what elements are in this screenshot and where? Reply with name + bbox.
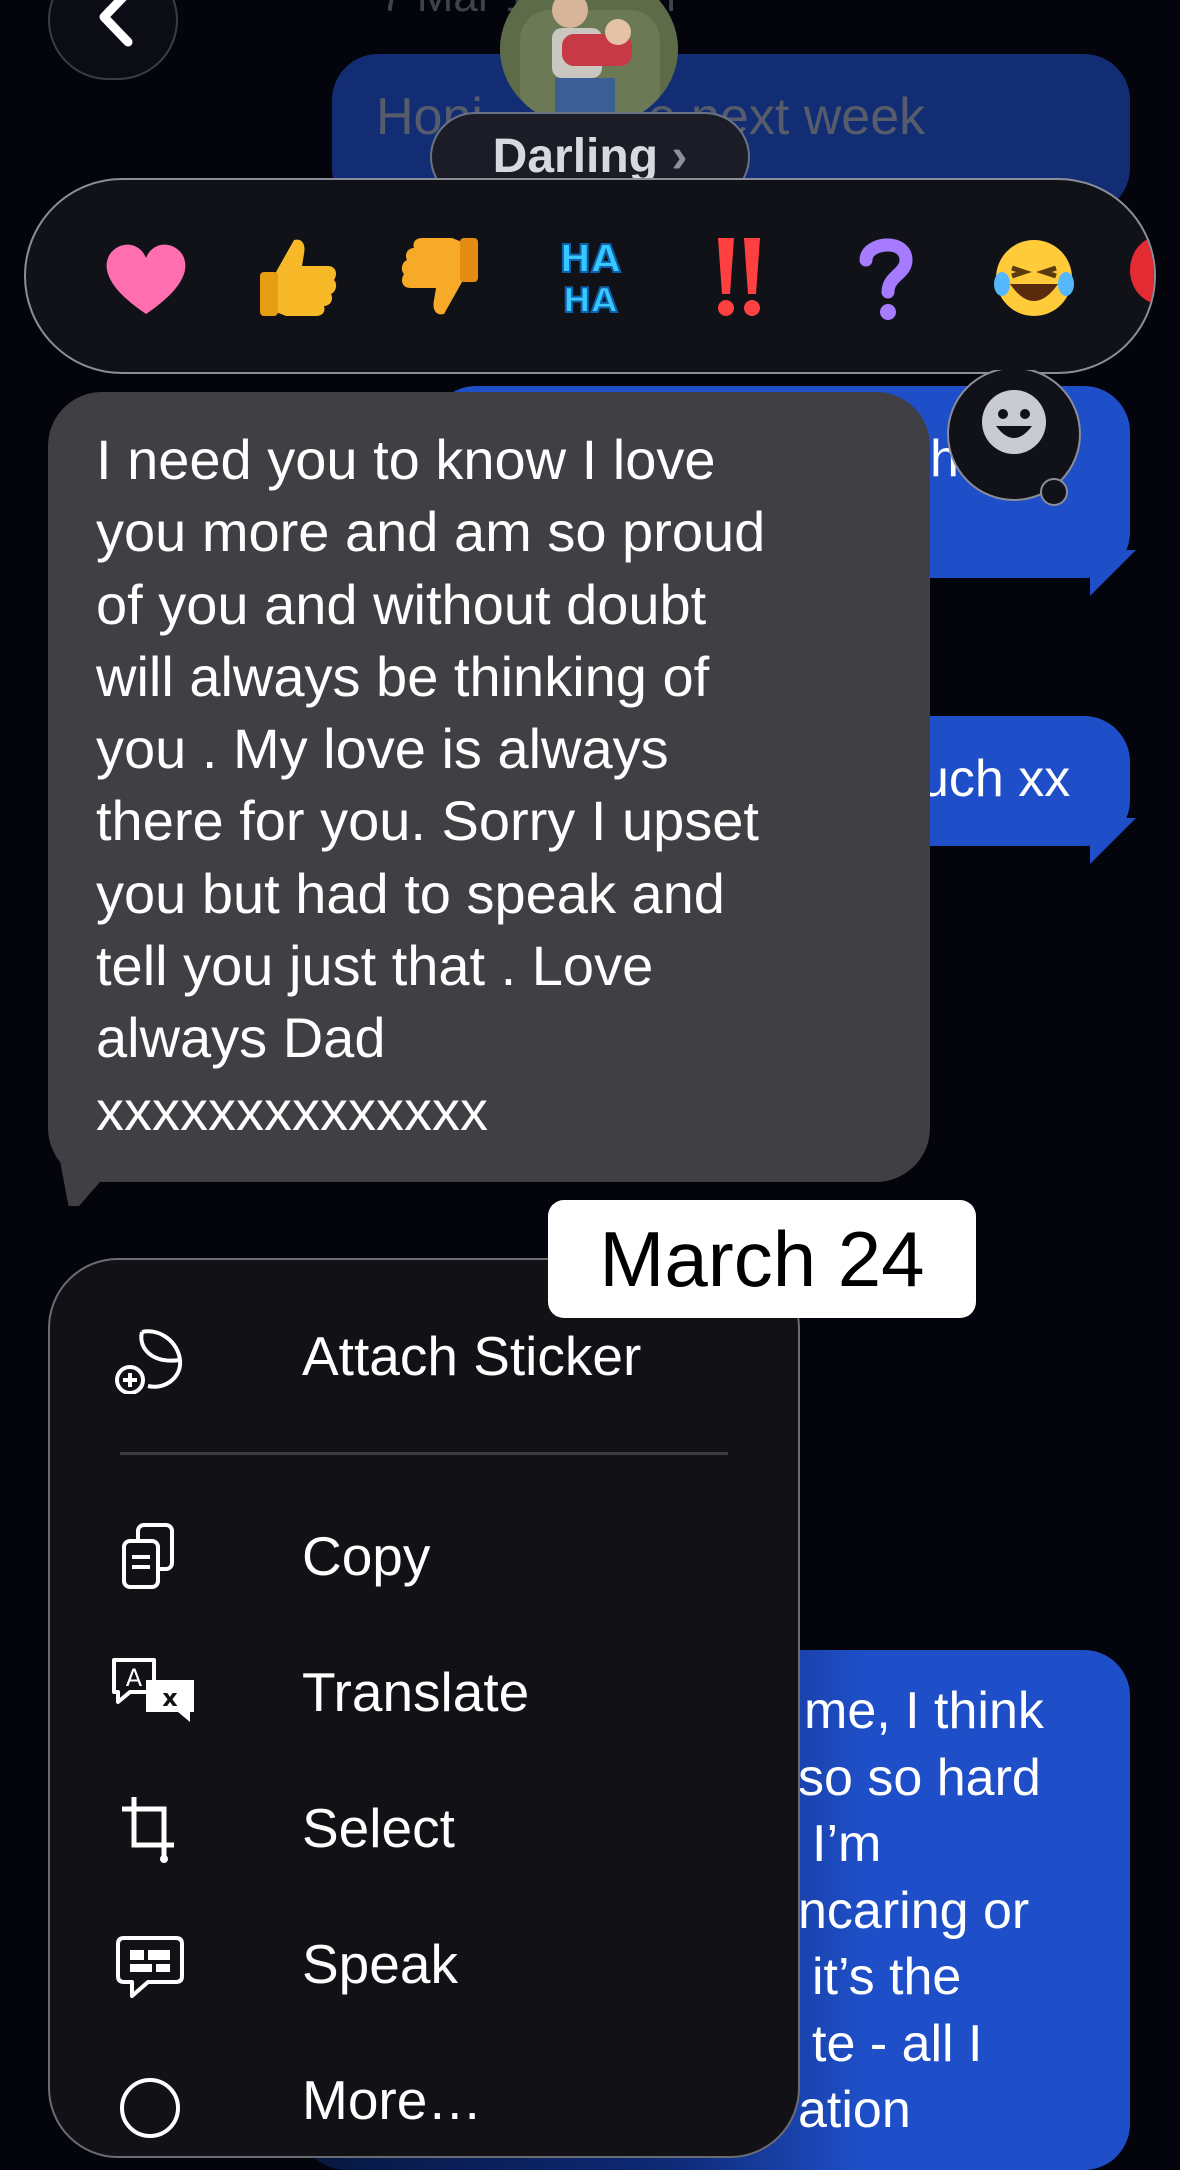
translate-icon: A x <box>112 1658 194 1722</box>
balloon-reaction[interactable] <box>1120 232 1154 322</box>
exclamation-reaction[interactable] <box>688 232 788 322</box>
sent-message-line: so so hard <box>798 1748 1041 1807</box>
menu-item-translate[interactable]: A x Translate <box>112 1642 752 1742</box>
add-reaction-button[interactable] <box>944 367 1084 506</box>
received-message-bubble[interactable]: I need you to know I love you more and a… <box>48 392 930 1182</box>
received-message-text: I need you to know I love you more and a… <box>96 428 766 1142</box>
speech-bubble-icon <box>116 1936 184 1998</box>
back-button[interactable] <box>48 0 178 80</box>
svg-text:HA: HA <box>563 281 618 321</box>
svg-text:HA: HA <box>559 237 621 281</box>
tapback-reaction-bar: HA HA <box>24 178 1156 374</box>
haha-icon: HA HA <box>558 236 622 322</box>
sent-message-line: ncaring or <box>798 1881 1030 1940</box>
contact-name: Darling <box>492 130 659 183</box>
menu-item-label: More… <box>302 2069 483 2131</box>
copy-icon <box>122 1523 174 1589</box>
question-reaction[interactable] <box>836 232 936 322</box>
chevron-right-icon: › <box>671 130 688 183</box>
thumbs-down-icon <box>401 238 478 315</box>
sent-message-line: I’m <box>812 1815 882 1873</box>
thumbs-up-reaction[interactable] <box>246 232 346 322</box>
menu-item-more[interactable]: More… <box>112 2050 752 2150</box>
menu-item-speak[interactable]: Speak <box>112 1914 752 2014</box>
bubble-tail <box>1090 818 1136 864</box>
sent-message-line: it’s the <box>812 1948 962 2006</box>
sent-message-line: ation <box>798 2081 911 2139</box>
message-context-menu: Attach Sticker Copy A x Translate Select <box>48 1258 800 2158</box>
crop-icon <box>122 1797 174 1863</box>
menu-item-label: Translate <box>302 1661 530 1723</box>
thumbs-up-icon <box>260 239 337 316</box>
heart-reaction[interactable] <box>96 232 196 322</box>
sent-message-line: te - all I <box>812 2014 983 2073</box>
haha-reaction[interactable]: HA HA <box>540 232 640 322</box>
more-circle-icon <box>120 2078 180 2138</box>
heart-icon <box>106 244 186 314</box>
emoji-picker-icon <box>947 367 1081 506</box>
sent-message-line: me, I think <box>804 1682 1044 1740</box>
chevron-left-icon <box>99 0 133 47</box>
laughing-face-reaction[interactable] <box>984 232 1084 322</box>
date-caption: March 24 <box>548 1200 976 1318</box>
laughing-face-icon <box>994 240 1074 316</box>
svg-text:A: A <box>126 1664 143 1692</box>
sent-message-text: uch xx <box>920 750 1071 808</box>
menu-divider <box>120 1452 728 1455</box>
menu-item-select[interactable]: Select <box>112 1778 752 1878</box>
thumbs-down-reaction[interactable] <box>392 232 492 322</box>
question-mark-icon <box>859 238 913 320</box>
menu-item-copy[interactable]: Copy <box>112 1506 752 1606</box>
double-exclamation-icon <box>718 238 760 316</box>
bubble-tail <box>1090 550 1136 596</box>
menu-item-label: Attach Sticker <box>302 1325 642 1387</box>
menu-item-label: Speak <box>302 1933 458 1995</box>
menu-item-label: Select <box>302 1797 455 1859</box>
menu-item-attach-sticker[interactable]: Attach Sticker <box>112 1306 752 1406</box>
menu-item-label: Copy <box>302 1525 431 1587</box>
sticker-add-icon <box>115 1329 183 1394</box>
balloon-icon <box>1130 236 1154 304</box>
svg-text:x: x <box>162 1684 178 1712</box>
